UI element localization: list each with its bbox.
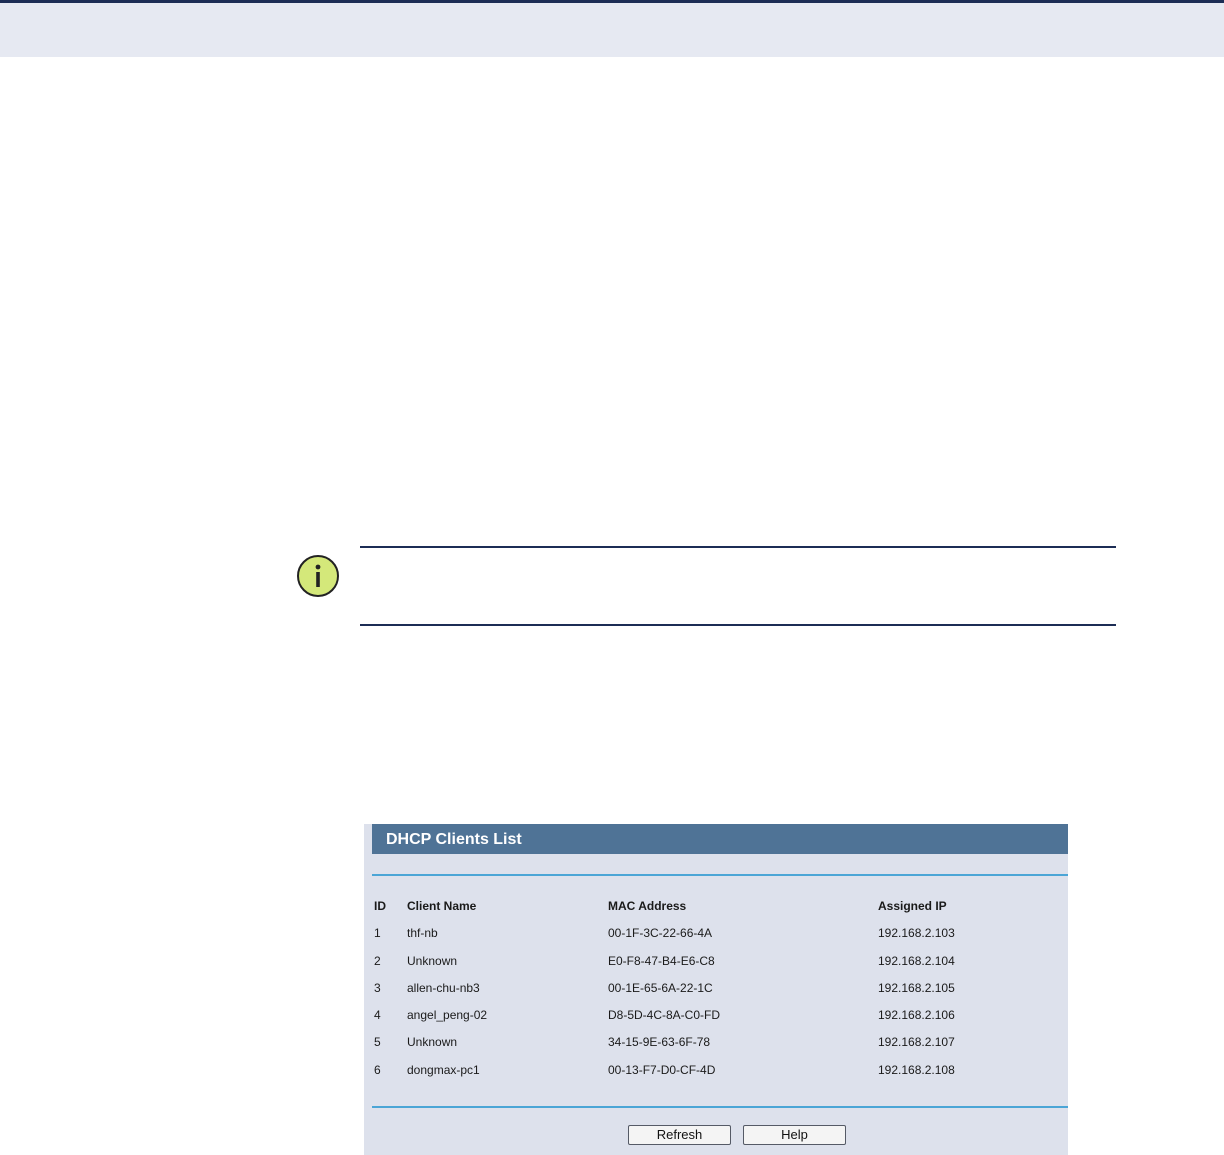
row-client-name: dongmax-pc1 (407, 1062, 480, 1077)
row-id: 5 (374, 1035, 381, 1050)
column-header-mac-address: MAC Address (608, 899, 687, 913)
row-id: 6 (374, 1062, 381, 1077)
help-button[interactable]: Help (743, 1125, 846, 1145)
column-header-client-name: Client Name (407, 899, 477, 913)
row-client-name: angel_peng-02 (407, 1008, 488, 1023)
column-header-assigned-ip: Assigned IP (878, 899, 947, 913)
row-mac-address: 34-15-9E-63-6F-78 (608, 1035, 711, 1050)
panel-divider-top (372, 874, 1068, 876)
clients-table: ID Client Name MAC Address Assigned IP 1… (364, 892, 1068, 1083)
info-icon (297, 555, 339, 597)
panel-title: DHCP Clients List (372, 824, 1068, 854)
row-id: 1 (374, 926, 381, 941)
row-id: 3 (374, 980, 381, 995)
table-row: 3 allen-chu-nb3 00-1E-65-6A-22-1C 192.16… (364, 974, 1068, 1001)
column-header-id: ID (374, 899, 386, 913)
table-row: 1 thf-nb 00-1F-3C-22-66-4A 192.168.2.103 (364, 919, 1068, 946)
row-assigned-ip: 192.168.2.104 (878, 953, 955, 968)
row-id: 4 (374, 1008, 381, 1023)
table-header-row: ID Client Name MAC Address Assigned IP (364, 892, 1068, 919)
row-mac-address: E0-F8-47-B4-E6-C8 (608, 953, 715, 968)
table-row: 5 Unknown 34-15-9E-63-6F-78 192.168.2.10… (364, 1028, 1068, 1055)
table-row: 2 Unknown E0-F8-47-B4-E6-C8 192.168.2.10… (364, 947, 1068, 974)
panel-divider-bottom (372, 1106, 1068, 1108)
row-id: 2 (374, 953, 381, 968)
refresh-button[interactable]: Refresh (628, 1125, 731, 1145)
note-top-rule (360, 546, 1116, 548)
dhcp-clients-panel: DHCP Clients List ID Client Name MAC Add… (364, 824, 1068, 1155)
manual-page: DHCP Clients List ID Client Name MAC Add… (0, 0, 1224, 1155)
row-mac-address: 00-1E-65-6A-22-1C (608, 980, 713, 995)
row-assigned-ip: 192.168.2.106 (878, 1008, 955, 1023)
note-bottom-rule (360, 624, 1116, 626)
row-mac-address: D8-5D-4C-8A-C0-FD (608, 1008, 721, 1023)
row-mac-address: 00-1F-3C-22-66-4A (608, 926, 713, 941)
page-header-band (0, 0, 1224, 57)
row-client-name: thf-nb (407, 926, 438, 941)
table-row: 6 dongmax-pc1 00-13-F7-D0-CF-4D 192.168.… (364, 1056, 1068, 1083)
row-assigned-ip: 192.168.2.103 (878, 926, 955, 941)
row-assigned-ip: 192.168.2.105 (878, 980, 955, 995)
row-assigned-ip: 192.168.2.108 (878, 1062, 955, 1077)
row-client-name: Unknown (407, 1035, 458, 1050)
row-client-name: Unknown (407, 953, 458, 968)
row-mac-address: 00-13-F7-D0-CF-4D (608, 1062, 716, 1077)
row-assigned-ip: 192.168.2.107 (878, 1035, 955, 1050)
table-row: 4 angel_peng-02 D8-5D-4C-8A-C0-FD 192.16… (364, 1001, 1068, 1028)
row-client-name: allen-chu-nb3 (407, 980, 480, 995)
